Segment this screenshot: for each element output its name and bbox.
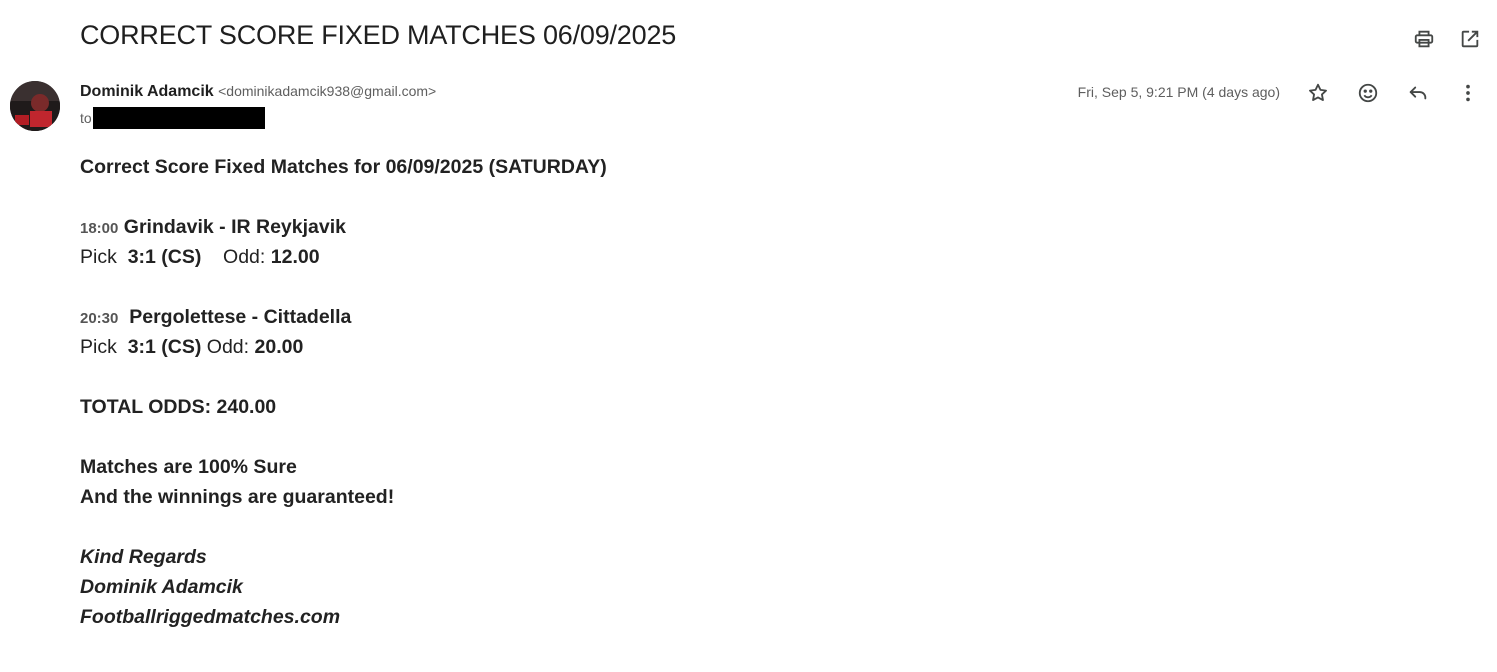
signature-name: Dominik Adamcik: [80, 576, 243, 598]
body-heading: Correct Score Fixed Matches for 06/09/20…: [80, 156, 607, 178]
reply-icon[interactable]: [1405, 80, 1431, 106]
sender-line: Dominik Adamcik <dominikadamcik938@gmail…: [80, 83, 436, 101]
pick-value: 3:1 (CS): [127, 336, 202, 358]
avatar[interactable]: [10, 81, 60, 131]
match-pick-row: Pick 3:1 (CS) Odd: 12.00: [80, 242, 607, 272]
sender-email: <dominikadamcik938@gmail.com>: [218, 83, 437, 99]
match-row: 20:30 Pergolettese - Cittadella: [80, 302, 607, 332]
open-in-new-icon[interactable]: [1457, 26, 1483, 52]
thread-actions: [1411, 26, 1483, 52]
odd-label: Odd:: [223, 246, 266, 268]
emoji-icon[interactable]: [1355, 80, 1381, 106]
signature-regards: Kind Regards: [80, 546, 207, 568]
odd-value: 12.00: [270, 246, 320, 268]
to-label[interactable]: to: [80, 110, 92, 126]
odd-label: Odd:: [206, 336, 250, 358]
print-icon[interactable]: [1411, 26, 1437, 52]
redacted-recipient: [92, 107, 265, 129]
guarantee-text: And the winnings are guaranteed!: [80, 486, 395, 508]
match-pick-row: Pick 3:1 (CS) Odd: 20.00: [80, 332, 607, 362]
signature-site: Footballriggedmatches.com: [80, 606, 341, 628]
more-vert-icon[interactable]: [1455, 80, 1481, 106]
match-teams: Pergolettese - Cittadella: [129, 306, 352, 328]
email-subject: CORRECT SCORE FIXED MATCHES 06/09/2025: [80, 20, 677, 50]
sender-name[interactable]: Dominik Adamcik: [80, 83, 214, 100]
match-teams: Grindavik - IR Reykjavik: [123, 216, 346, 238]
match-time: 18:00: [80, 220, 119, 237]
pick-label: Pick: [80, 336, 117, 358]
match-row: 18:00 Grindavik - IR Reykjavik: [80, 212, 607, 242]
message-actions: [1305, 80, 1481, 106]
sure-text: Matches are 100% Sure: [80, 456, 297, 478]
recipient-line: to: [80, 107, 265, 129]
pick-label: Pick: [80, 246, 117, 268]
odd-value: 20.00: [254, 336, 304, 358]
pick-value: 3:1 (CS): [127, 246, 202, 268]
match-time: 20:30: [80, 310, 119, 327]
email-body: Correct Score Fixed Matches for 06/09/20…: [80, 152, 607, 632]
star-icon[interactable]: [1305, 80, 1331, 106]
total-odds: TOTAL ODDS: 240.00: [80, 396, 277, 418]
email-date: Fri, Sep 5, 9:21 PM (4 days ago): [1077, 84, 1280, 100]
